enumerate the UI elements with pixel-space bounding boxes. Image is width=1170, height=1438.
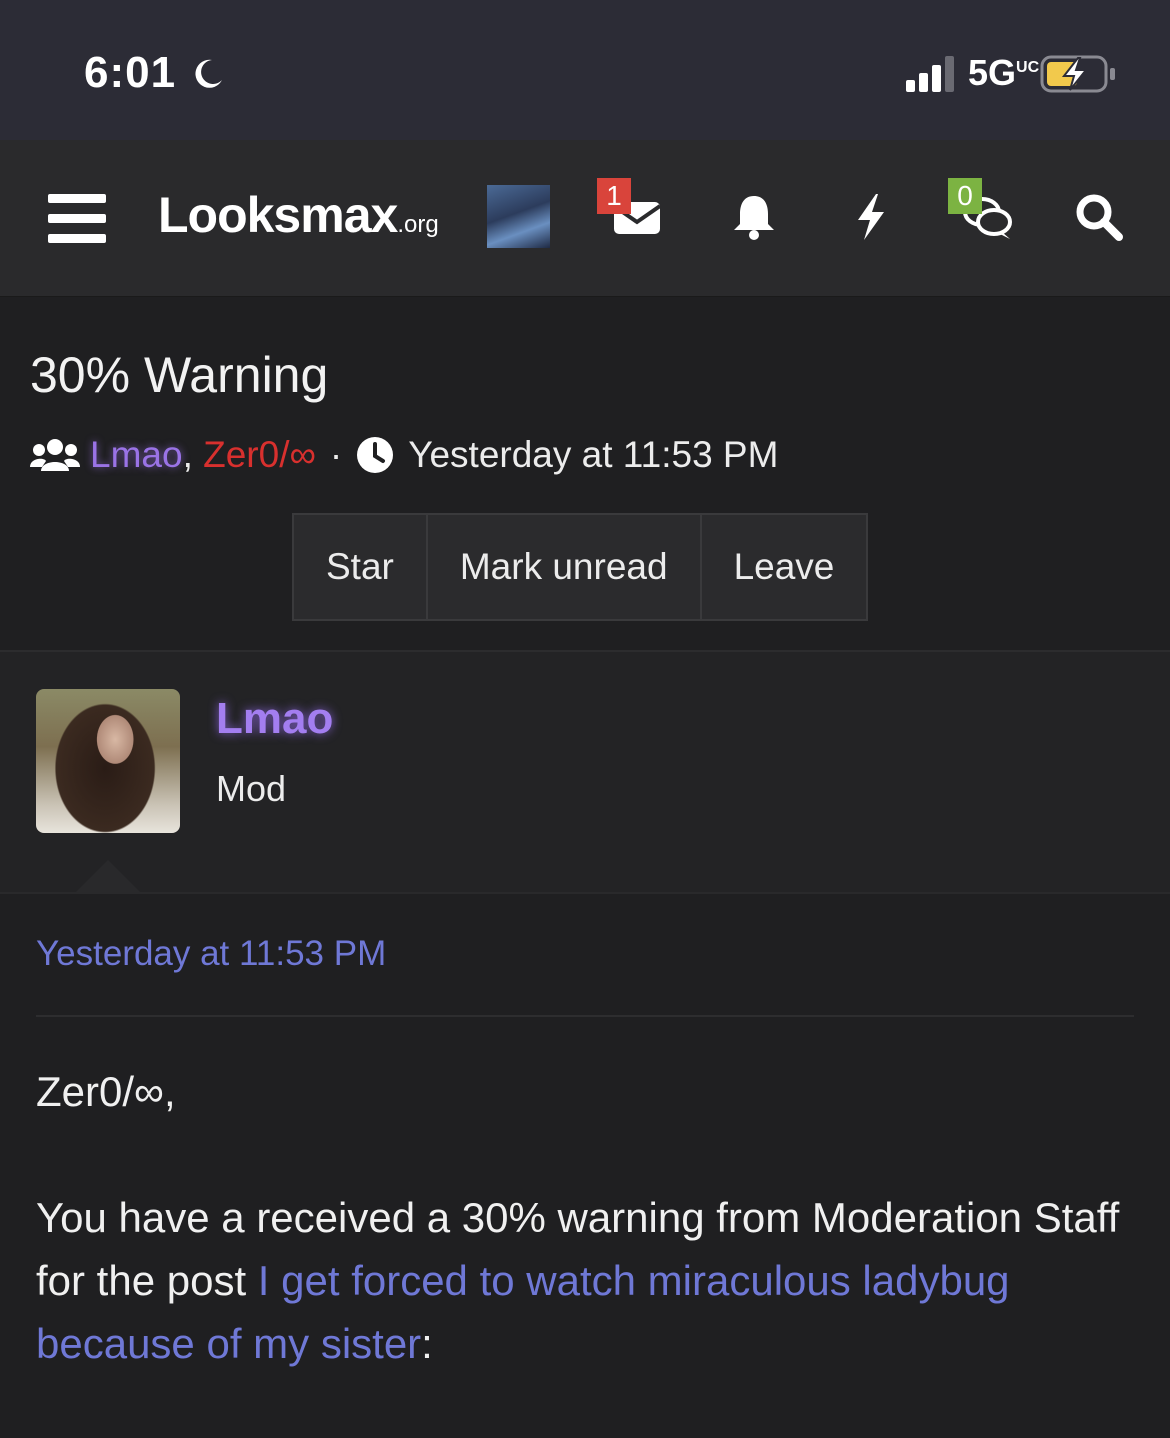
message-paragraph: You have a received a 30% warning from M… xyxy=(36,1194,1120,1367)
clock-icon xyxy=(357,437,394,473)
star-button[interactable]: Star xyxy=(294,515,428,619)
message-avatar[interactable] xyxy=(36,689,180,833)
message-greeting: Zer0/∞, xyxy=(36,1068,176,1115)
message-date[interactable]: Yesterday at 11:53 PM xyxy=(36,934,386,974)
divider xyxy=(0,892,1170,894)
network-type: 5GUC xyxy=(968,52,1040,93)
battery-charging-icon xyxy=(1040,55,1115,93)
message-body: Zer0/∞, You have a received a 30% warnin… xyxy=(36,1060,1136,1438)
top-nav: Looksmax.org 1 0 xyxy=(0,140,1170,297)
message-arrow xyxy=(74,860,142,894)
participant-link-lmao[interactable]: Lmao xyxy=(90,434,183,476)
conversation-timestamp[interactable]: Yesterday at 11:53 PM xyxy=(408,434,778,476)
message-user-role: Mod xyxy=(216,768,287,809)
users-icon xyxy=(30,439,80,471)
leave-button[interactable]: Leave xyxy=(702,515,867,619)
search-icon[interactable] xyxy=(1074,192,1124,242)
messages-badge: 1 xyxy=(597,178,631,214)
status-time: 6:01 xyxy=(84,48,177,97)
bolt-icon[interactable] xyxy=(846,192,896,242)
moon-icon xyxy=(195,59,222,88)
site-logo[interactable]: Looksmax.org xyxy=(158,186,439,244)
bell-icon[interactable] xyxy=(729,192,779,242)
page-title: 30% Warning xyxy=(30,347,329,403)
conversation-meta: Lmao , Zer0/∞ · Yesterday at 11:53 PM xyxy=(30,434,778,476)
user-avatar[interactable] xyxy=(487,185,550,248)
conversation-actions: Star Mark unread Leave xyxy=(292,513,869,621)
meta-separator: · xyxy=(329,434,343,475)
participant-link-zer0[interactable]: Zer0/∞ xyxy=(203,434,316,476)
menu-icon[interactable] xyxy=(48,194,108,244)
mark-unread-button[interactable]: Mark unread xyxy=(428,515,702,619)
status-bar: 6:01 5GUC xyxy=(0,0,1170,140)
divider xyxy=(36,1015,1134,1017)
message-username[interactable]: Lmao xyxy=(216,694,333,744)
conversations-badge: 0 xyxy=(948,178,982,214)
signal-icon xyxy=(906,56,954,92)
